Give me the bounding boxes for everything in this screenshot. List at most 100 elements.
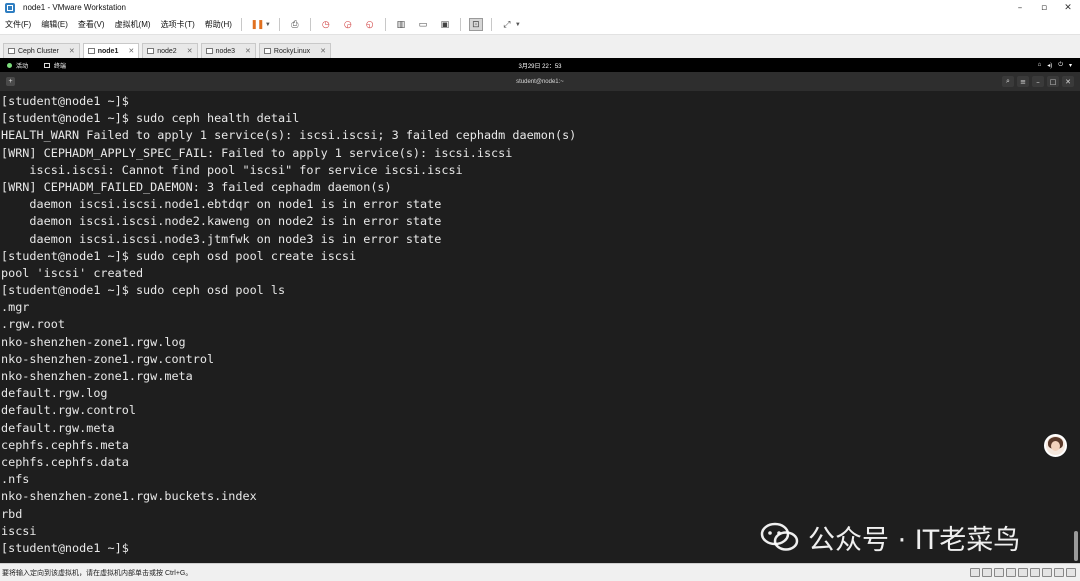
show-library-icon[interactable]: ▥: [394, 18, 408, 31]
pause-dropdown-icon[interactable]: ▼: [265, 22, 271, 28]
terminal-line: cephfs.cephfs.data: [1, 454, 129, 469]
terminal-header-buttons: ⌕ ≡ – □ ✕: [1002, 76, 1074, 87]
system-menu[interactable]: ⌂ ◂) ⏻ ▾: [1038, 62, 1072, 69]
tab-label: RockyLinux: [273, 47, 311, 55]
revert-snapshot-icon[interactable]: ◶: [341, 18, 355, 31]
toolbar-divider: [490, 18, 492, 31]
send-ctrl-alt-del-icon[interactable]: ⎙: [288, 18, 302, 31]
full-screen-icon[interactable]: ▣: [438, 18, 452, 31]
menu-edit[interactable]: 编辑(E): [36, 19, 73, 30]
clock[interactable]: 3月29日 22：53: [0, 61, 1080, 70]
tab-node3[interactable]: node3 ✕: [200, 43, 256, 58]
display-icon[interactable]: [1042, 568, 1052, 577]
app-menu-label: 终端: [54, 63, 67, 70]
status-bar: 要将输入定向到该虚拟机，请在虚拟机内部单击或按 Ctrl+G。: [0, 563, 1080, 581]
console-view-icon[interactable]: ⊡: [468, 18, 483, 31]
cdrom-icon[interactable]: [982, 568, 992, 577]
terminal-line: nko-shenzhen-zone1.rgw.log: [1, 334, 186, 349]
terminal-line: nko-shenzhen-zone1.rgw.control: [1, 351, 215, 366]
menu-bar: 文件(F) 编辑(E) 查看(V) 虚拟机(M) 选项卡(T) 帮助(H) ❚❚…: [0, 15, 1080, 35]
pause-icon[interactable]: ❚❚: [250, 18, 264, 31]
toolbar-divider: [459, 18, 461, 31]
terminal-line: default.rgw.log: [1, 386, 108, 401]
toolbar-divider: [309, 18, 311, 31]
printer-icon[interactable]: [1030, 568, 1040, 577]
vm-tab-bar: Ceph Cluster ✕ node1 ✕ node2 ✕ node3 ✕ R…: [0, 40, 1080, 59]
watermark-text: 公众号 · IT老菜鸟: [808, 524, 1021, 556]
sound-icon[interactable]: [1018, 568, 1028, 577]
terminal-line: default.rgw.meta: [1, 420, 115, 435]
avatar: [1044, 434, 1067, 457]
terminal-output[interactable]: [student@node1 ~]$ [student@node1 ~]$ su…: [0, 91, 1080, 563]
app-menu-terminal[interactable]: 终端: [44, 61, 66, 70]
usb-icon[interactable]: [1006, 568, 1016, 577]
search-icon[interactable]: ⌕: [1002, 76, 1014, 87]
close-icon[interactable]: ✕: [69, 47, 75, 55]
menu-help[interactable]: 帮助(H): [200, 19, 237, 30]
terminal-line: [student@node1 ~]$ sudo ceph health deta…: [1, 111, 300, 126]
stretch-dropdown-icon[interactable]: ▼: [515, 22, 521, 28]
vm-icon: [87, 48, 95, 54]
wechat-logo-icon: [760, 522, 799, 551]
close-icon[interactable]: ✕: [128, 47, 134, 55]
terminal-line: cephfs.cephfs.meta: [1, 437, 129, 452]
avatar-face: [1051, 441, 1060, 451]
close-icon[interactable]: ✕: [320, 47, 326, 55]
volume-icon: ◂): [1047, 62, 1053, 69]
network-adapter-icon[interactable]: [994, 568, 1004, 577]
stretch-guest-icon[interactable]: ⤢: [500, 18, 514, 31]
activities-button[interactable]: 活动: [7, 61, 28, 70]
vmware-window: node1 - VMware Workstation – ▫ ✕ 文件(F) 编…: [0, 0, 1080, 581]
new-tab-icon[interactable]: +: [6, 77, 15, 86]
terminal-line: [student@node1 ~]$: [1, 94, 129, 108]
menu-vm[interactable]: 虚拟机(M): [110, 19, 156, 30]
terminal-line: daemon iscsi.iscsi.node2.kaweng on node2…: [1, 214, 442, 229]
toolbar-divider: [384, 18, 386, 31]
vmware-app-icon: [5, 2, 15, 13]
window-title: node1 - VMware Workstation: [23, 3, 127, 12]
message-icon[interactable]: [1054, 568, 1064, 577]
snapshot-icon[interactable]: ◷: [319, 18, 333, 31]
terminal-line: iscsi.iscsi: Cannot find pool "iscsi" fo…: [1, 162, 463, 177]
terminal-line: .rgw.root: [1, 317, 65, 332]
maximize-icon[interactable]: □: [1047, 76, 1059, 87]
minimize-button[interactable]: –: [1008, 3, 1032, 13]
hamburger-menu-icon[interactable]: ≡: [1017, 76, 1029, 87]
close-button[interactable]: ✕: [1056, 3, 1080, 13]
gnome-top-bar: 活动 终端 3月29日 22：53 ⌂ ◂) ⏻ ▾: [0, 58, 1080, 72]
vm-icon: [8, 48, 15, 54]
activities-icon: [7, 62, 12, 68]
menu-file[interactable]: 文件(F): [0, 19, 36, 30]
hdd-icon[interactable]: [970, 568, 980, 577]
terminal-line: default.rgw.control: [1, 403, 136, 418]
minimize-icon[interactable]: –: [1032, 76, 1044, 87]
tab-node1[interactable]: node1 ✕: [82, 43, 140, 58]
maximize-button[interactable]: ▫: [1032, 3, 1056, 13]
vm-icon: [205, 48, 213, 54]
close-icon[interactable]: ✕: [1062, 76, 1074, 87]
power-icon: ⏻: [1058, 61, 1063, 68]
snapshot-manager-icon[interactable]: ◵: [363, 18, 377, 31]
watermark: 公众号 · IT老菜鸟: [760, 520, 1021, 556]
terminal-line: HEALTH_WARN Failed to apply 1 service(s)…: [1, 128, 577, 143]
device-tray: [970, 568, 1076, 577]
terminal-line: daemon iscsi.iscsi.node1.ebtdqr on node1…: [1, 197, 442, 212]
terminal-line: [WRN] CEPHADM_APPLY_SPEC_FAIL: Failed to…: [1, 145, 513, 160]
show-thumbnail-icon[interactable]: ▭: [416, 18, 430, 31]
tab-node2[interactable]: node2 ✕: [142, 43, 198, 58]
status-hint: 要将输入定向到该虚拟机，请在虚拟机内部单击或按 Ctrl+G。: [2, 569, 193, 577]
tab-label: node3: [215, 47, 236, 55]
terminal-scrollbar[interactable]: [1074, 531, 1078, 561]
terminal-line: [student@node1 ~]$ sudo ceph osd pool cr…: [1, 248, 357, 263]
terminal-line: nko-shenzhen-zone1.rgw.meta: [1, 369, 193, 383]
status-icon[interactable]: [1066, 568, 1076, 577]
tab-ceph-cluster[interactable]: Ceph Cluster ✕: [3, 43, 80, 58]
close-icon[interactable]: ✕: [245, 47, 251, 55]
tab-rockylinux[interactable]: RockyLinux ✕: [258, 43, 331, 58]
menu-view[interactable]: 查看(V): [73, 19, 110, 30]
menu-tabs[interactable]: 选项卡(T): [156, 19, 200, 30]
close-icon[interactable]: ✕: [187, 47, 193, 55]
vm-icon: [147, 48, 155, 54]
tab-label: node1: [97, 47, 119, 55]
terminal-line: [WRN] CEPHADM_FAILED_DAEMON: 3 failed ce…: [1, 179, 392, 194]
